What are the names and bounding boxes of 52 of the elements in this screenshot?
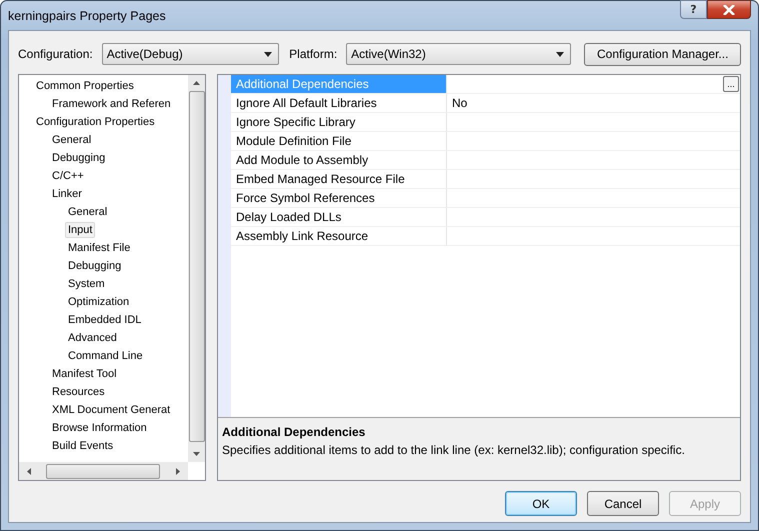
tree-item[interactable]: Browse Information: [49, 420, 150, 436]
tree-item[interactable]: Debugging: [65, 258, 124, 274]
tree-item[interactable]: Framework and Referen: [49, 96, 174, 112]
tree-item[interactable]: Input: [65, 222, 96, 238]
dialog-button[interactable]: OK: [505, 491, 577, 516]
tree-item[interactable]: Command Line: [65, 348, 146, 364]
browse-button[interactable]: ...: [723, 76, 739, 92]
property-name[interactable]: Embed Managed Resource File: [231, 170, 447, 189]
property-name[interactable]: Ignore All Default Libraries: [231, 94, 447, 113]
property-name[interactable]: Delay Loaded DLLs: [231, 208, 447, 227]
tree-item[interactable]: Build Events: [49, 438, 116, 454]
tree-item[interactable]: Debugging: [49, 150, 108, 166]
scroll-left-arrow-icon[interactable]: [27, 468, 31, 474]
tree-item[interactable]: XML Document Generat: [49, 402, 174, 418]
property-name[interactable]: Ignore Specific Library: [231, 113, 447, 132]
tree-item[interactable]: Configuration Properties: [33, 114, 158, 130]
scrollbar-thumb[interactable]: [46, 464, 160, 478]
tree-item[interactable]: Optimization: [65, 294, 132, 310]
dialog-button[interactable]: Cancel: [587, 491, 659, 516]
configuration-manager-button[interactable]: Configuration Manager...: [584, 42, 741, 66]
platform-label: Platform:: [289, 47, 338, 61]
dropdown-arrow-icon: [264, 52, 272, 56]
close-icon: [723, 4, 735, 14]
tree-item[interactable]: General: [65, 204, 110, 220]
tree-item[interactable]: Resources: [49, 384, 108, 400]
configuration-dropdown[interactable]: Active(Debug): [102, 43, 280, 65]
tree-item[interactable]: Manifest File: [65, 240, 134, 256]
tree-item[interactable]: Common Properties: [33, 78, 137, 94]
property-name[interactable]: Force Symbol References: [231, 189, 447, 208]
scroll-right-arrow-icon[interactable]: [176, 468, 180, 474]
help-button[interactable]: ?: [680, 0, 707, 19]
tree-item[interactable]: Embedded IDL: [65, 312, 144, 328]
tree-item[interactable]: Manifest Tool: [49, 366, 120, 382]
dropdown-arrow-icon: [556, 52, 564, 56]
horizontal-scrollbar[interactable]: [19, 462, 188, 480]
tree-item[interactable]: Linker: [49, 186, 85, 202]
configuration-label: Configuration:: [18, 47, 93, 61]
property-value: No: [452, 96, 468, 110]
tree-item[interactable]: Advanced: [65, 330, 120, 346]
scroll-down-arrow-icon[interactable]: [193, 452, 200, 456]
property-name[interactable]: Module Definition File: [231, 132, 447, 151]
property-name[interactable]: Add Module to Assembly: [231, 151, 447, 170]
close-button[interactable]: [707, 0, 751, 19]
description-text: Specifies additional items to add to the link line (ex: kernel32.lib); configuration specific.: [222, 443, 686, 457]
scroll-up-arrow-icon[interactable]: [193, 81, 200, 85]
description-title: Additional Dependencies: [222, 425, 366, 439]
tree-item[interactable]: C/C++: [49, 168, 87, 184]
platform-dropdown[interactable]: Active(Win32): [346, 43, 572, 65]
property-name[interactable]: Assembly Link Resource: [231, 227, 447, 246]
window-title: kerningpairs Property Pages: [8, 9, 166, 23]
tree-item[interactable]: General: [49, 132, 94, 148]
tree-item[interactable]: System: [65, 276, 108, 292]
